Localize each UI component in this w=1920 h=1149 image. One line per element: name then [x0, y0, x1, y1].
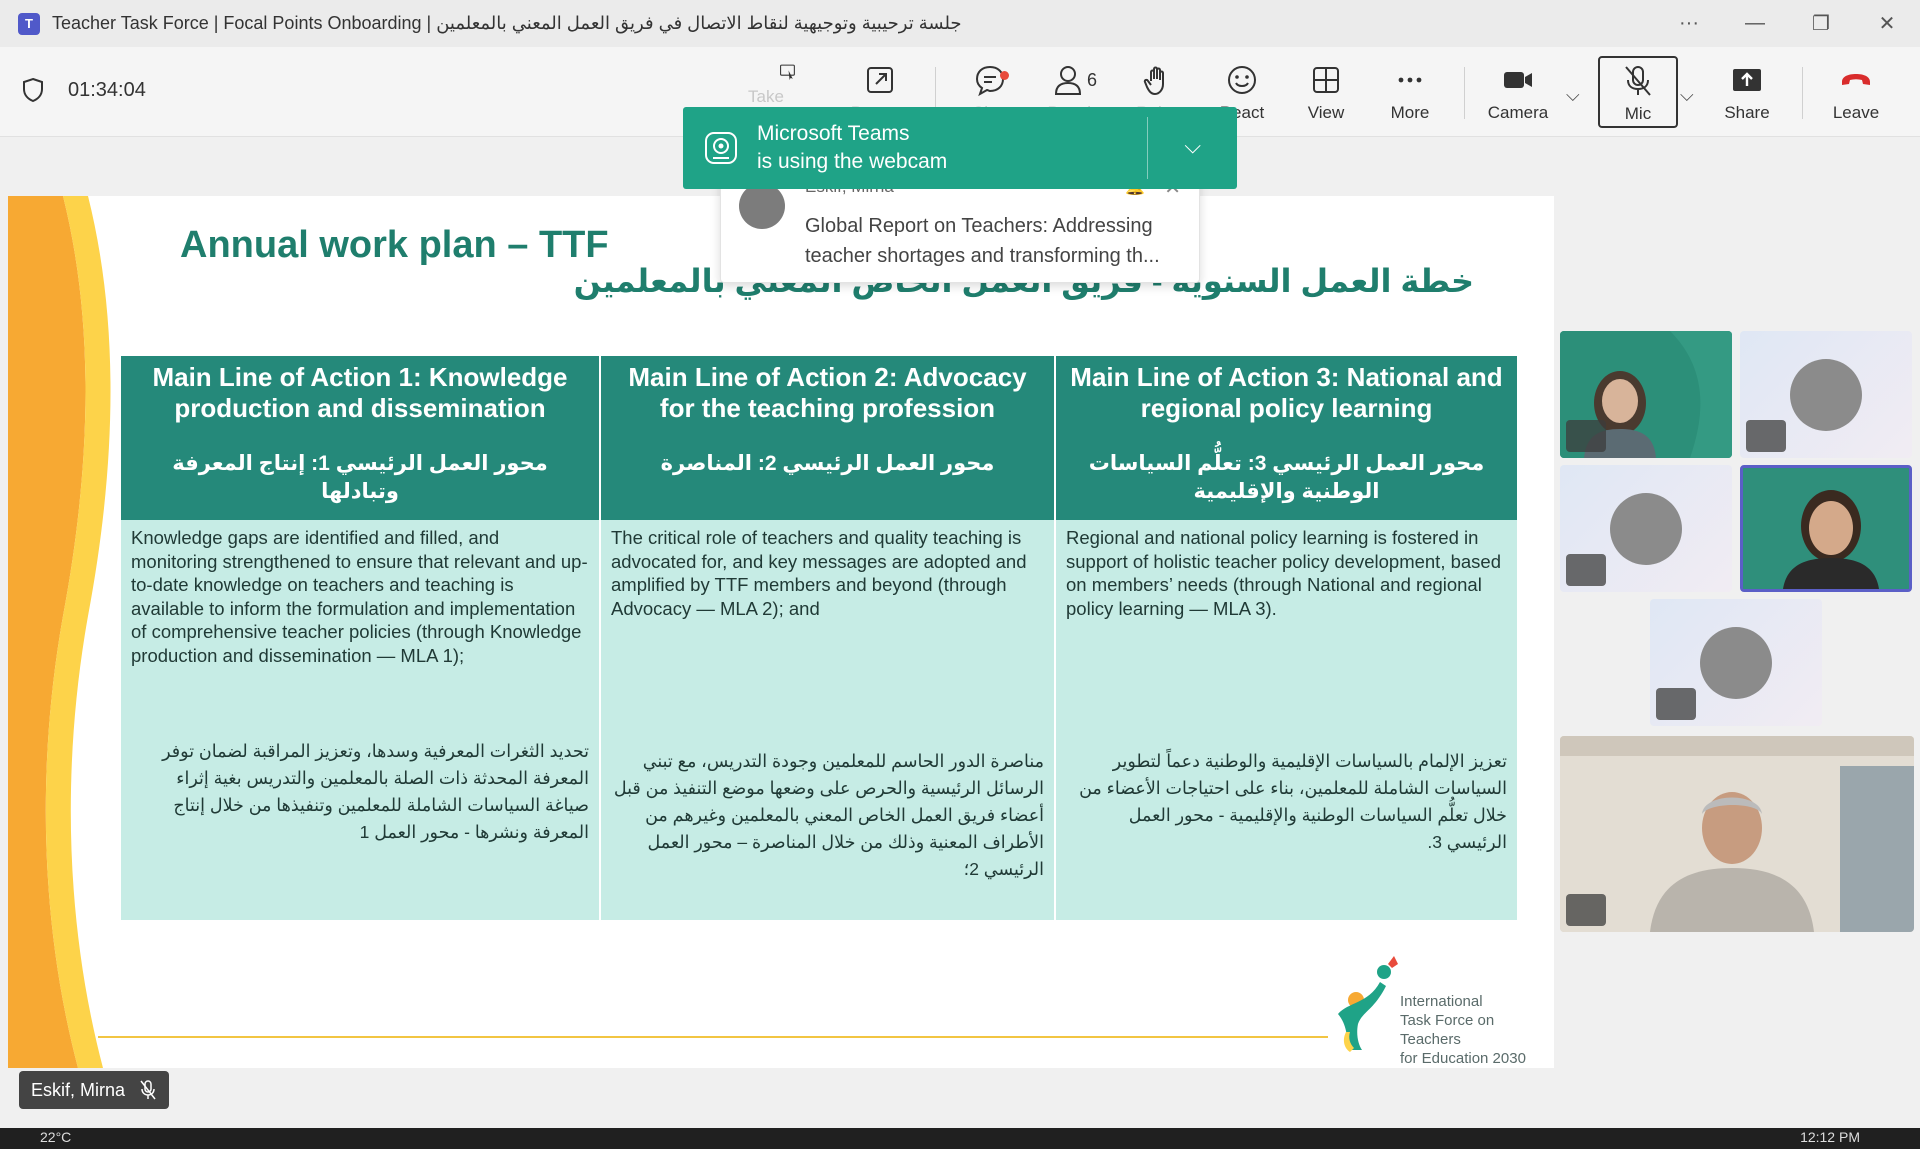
more-button[interactable]: More [1370, 57, 1450, 127]
ttf-logo-icon [1338, 956, 1398, 1052]
avatar-placeholder-icon [1790, 358, 1862, 431]
view-button[interactable]: View [1286, 57, 1366, 127]
participant-video-tile[interactable] [1560, 331, 1732, 458]
ellipsis-icon [1398, 77, 1422, 83]
mic-off-icon [1625, 66, 1651, 96]
slide-divider [98, 1036, 1328, 1038]
toast-divider [1147, 117, 1148, 179]
table-body-row: Knowledge gaps are identified and filled… [121, 520, 1517, 920]
webcam-icon [705, 132, 737, 164]
body-cell-mla2: The critical role of teachers and qualit… [601, 520, 1056, 920]
table-header-row: Main Line of Action 1: Knowledge product… [121, 356, 1517, 520]
slide-decoration [8, 196, 111, 1068]
header-cell-mla2: Main Line of Action 2: Advocacy for the … [601, 356, 1056, 520]
participant-video-tile-large[interactable] [1560, 736, 1914, 932]
take-control-icon [780, 64, 795, 80]
toolbar-separator [1464, 67, 1465, 119]
muted-mic-icon [1566, 554, 1606, 586]
presenter-name-tag: Eskif, Mirna [19, 1071, 170, 1109]
ttf-logo: International Task Force on Teachers for… [1328, 954, 1548, 1067]
minimize-icon[interactable]: — [1722, 0, 1788, 47]
weather-widget[interactable]: 22°C [40, 1129, 71, 1145]
active-speaker-video-tile[interactable] [1740, 465, 1912, 592]
people-count: 6 [1086, 69, 1097, 90]
shield-icon [23, 77, 43, 103]
ttf-logo-text: International Task Force on Teachers for… [1400, 993, 1526, 1067]
mic-off-icon [140, 1080, 156, 1100]
camera-icon [1504, 72, 1532, 88]
notification-avatar [739, 183, 785, 229]
muted-mic-icon [1566, 894, 1606, 926]
webcam-toast-text: Microsoft Teams is using the webcam [757, 122, 948, 173]
people-icon-group: 6 [1051, 63, 1097, 97]
mic-options-chevron-icon[interactable]: ⌵ [1680, 85, 1694, 106]
os-taskbar: 22°C 12:12 PM [0, 1128, 1920, 1149]
grid-icon [1313, 67, 1339, 93]
header-cell-mla3: Main Line of Action 3: National and regi… [1056, 356, 1517, 520]
leave-button[interactable]: Leave [1816, 57, 1896, 127]
participant-avatar-tile[interactable] [1650, 599, 1822, 726]
muted-mic-icon [1656, 688, 1696, 720]
share-button[interactable]: Share [1707, 57, 1787, 127]
slide-title: Annual work plan – TTF [180, 224, 609, 266]
pop-out-icon [867, 67, 893, 93]
camera-button[interactable]: Camera [1478, 57, 1558, 127]
body-cell-mla1: Knowledge gaps are identified and filled… [121, 520, 601, 920]
notification-message: Global Report on Teachers: Addressing te… [805, 215, 1160, 267]
window-title: Teacher Task Force | Focal Points Onboar… [52, 13, 962, 33]
teams-icon: T [18, 12, 40, 35]
timer-text: 01:34:04 [68, 78, 146, 101]
meeting-timer: 01:34:04 [22, 77, 146, 103]
body-cell-mla3: Regional and national policy learning is… [1056, 520, 1517, 920]
title-bar: T Teacher Task Force | Focal Points Onbo… [0, 0, 1920, 47]
header-cell-mla1: Main Line of Action 1: Knowledge product… [121, 356, 601, 520]
expand-toast-chevron-icon[interactable]: ⌵ [1184, 133, 1201, 159]
participant-avatar-tile[interactable] [1560, 465, 1732, 592]
muted-mic-icon [1566, 420, 1606, 452]
people-icon [1054, 66, 1081, 95]
participant-avatar-tile[interactable] [1740, 331, 1912, 458]
mic-button[interactable]: Mic [1598, 56, 1678, 128]
avatar-placeholder-icon [1610, 492, 1682, 565]
smile-icon [1228, 66, 1256, 94]
webcam-in-use-toast: Microsoft Teams is using the webcam ⌵ [683, 107, 1237, 189]
restore-icon[interactable]: ❐ [1788, 0, 1854, 47]
system-clock[interactable]: 12:12 PM [1800, 1129, 1860, 1145]
camera-options-chevron-icon[interactable]: ⌵ [1566, 85, 1580, 106]
hand-icon [1143, 66, 1164, 96]
action-lines-table: Main Line of Action 1: Knowledge product… [121, 356, 1517, 920]
shared-slide: Annual work plan – TTF خطة العمل السنوية… [8, 196, 1554, 1068]
close-icon[interactable]: ✕ [1854, 0, 1920, 47]
meeting-stage: Annual work plan – TTF خطة العمل السنوية… [0, 107, 1920, 1128]
share-icon [1733, 69, 1761, 91]
avatar-placeholder-icon [1700, 626, 1772, 699]
unread-dot [1000, 71, 1009, 80]
muted-mic-icon [1746, 420, 1786, 452]
participant-video [1743, 468, 1909, 589]
hang-up-icon [1842, 74, 1870, 85]
chat-icon [975, 65, 1005, 97]
window-controls: ··· — ❐ ✕ [1656, 0, 1920, 47]
participant-video [1560, 736, 1914, 932]
more-options-icon[interactable]: ··· [1656, 0, 1722, 47]
toolbar-separator [1802, 67, 1803, 119]
